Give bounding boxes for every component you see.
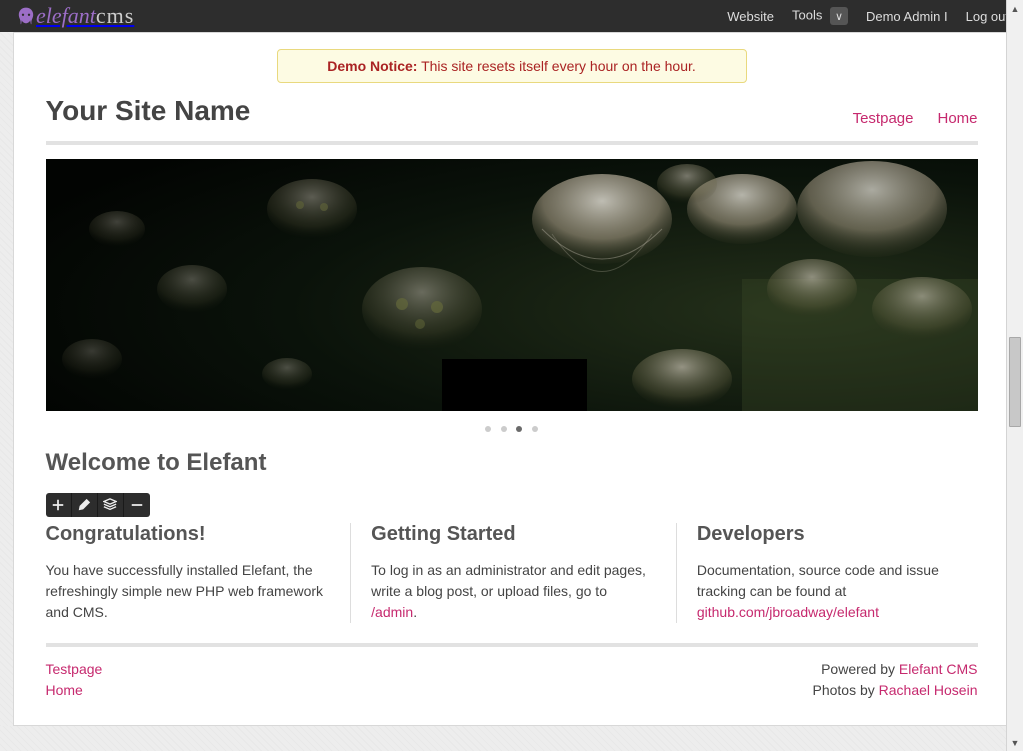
edit-button[interactable] [72, 493, 98, 517]
footer-link-home[interactable]: Home [46, 680, 103, 701]
column-body: You have successfully installed Elefant,… [46, 560, 327, 623]
column-body: To log in as an administrator and edit p… [371, 560, 652, 623]
column-developers: Developers Documentation, source code an… [676, 523, 978, 623]
edit-toolbar [46, 493, 150, 517]
column-title: Congratulations! [46, 523, 327, 546]
github-link[interactable]: github.com/jbroadway/elefant [697, 604, 879, 620]
pencil-icon [77, 498, 91, 512]
hero-image [46, 159, 978, 411]
minus-icon [130, 498, 144, 512]
slider-dot-4[interactable] [532, 426, 538, 432]
admin-nav-website[interactable]: Website [727, 9, 774, 24]
admin-nav-tools-label: Tools [792, 8, 822, 23]
demo-notice: Demo Notice: This site resets itself eve… [277, 49, 747, 83]
top-nav: Testpage Home [853, 110, 978, 127]
footer-nav: Testpage Home [46, 659, 103, 701]
column-title: Developers [697, 523, 978, 546]
admin-nav-user[interactable]: Demo Admin I [866, 9, 948, 24]
scrollbar-thumb[interactable] [1009, 337, 1021, 427]
chevron-down-icon: ∨ [830, 7, 848, 25]
footer-link-testpage[interactable]: Testpage [46, 659, 103, 680]
admin-link[interactable]: /admin [371, 604, 413, 620]
column-getting-started: Getting Started To log in as an administ… [350, 523, 652, 623]
photos-by-label: Photos by [813, 682, 879, 698]
column-body: Documentation, source code and issue tra… [697, 560, 978, 623]
slider-dot-1[interactable] [485, 426, 491, 432]
slider-dot-2[interactable] [501, 426, 507, 432]
scroll-down-icon[interactable]: ▼ [1007, 734, 1023, 751]
content-columns: Congratulations! You have successfully i… [46, 523, 978, 623]
plus-icon [51, 498, 65, 512]
column-body-text: To log in as an administrator and edit p… [371, 562, 646, 599]
slider-dots [46, 419, 978, 435]
scrollbar[interactable]: ▲ ▼ [1006, 0, 1023, 751]
admin-nav: Website Tools ∨ Demo Admin I Log out [727, 7, 1009, 25]
photos-by-link[interactable]: Rachael Hosein [879, 682, 978, 698]
logo-text-elefant: elefant [36, 3, 96, 28]
top-nav-testpage[interactable]: Testpage [853, 110, 914, 127]
add-button[interactable] [46, 493, 72, 517]
elephant-icon [14, 4, 38, 28]
layers-icon [103, 498, 117, 512]
admin-nav-logout[interactable]: Log out [966, 9, 1009, 24]
powered-by-label: Powered by [821, 661, 899, 677]
column-congratulations: Congratulations! You have successfully i… [46, 523, 327, 623]
divider [46, 643, 978, 647]
powered-by-link[interactable]: Elefant CMS [899, 661, 978, 677]
hero-slider[interactable] [46, 159, 978, 411]
footer-credits: Powered by Elefant CMS Photos by Rachael… [813, 659, 978, 701]
column-body-text: Documentation, source code and issue tra… [697, 562, 939, 599]
admin-logo[interactable]: elefantcms [14, 3, 134, 29]
welcome-heading: Welcome to Elefant [46, 449, 978, 477]
admin-nav-tools[interactable]: Tools ∨ [792, 7, 848, 25]
slider-dot-3[interactable] [516, 426, 522, 432]
scrollbar-track[interactable] [1007, 17, 1023, 734]
column-title: Getting Started [371, 523, 652, 546]
divider [46, 141, 978, 145]
page-content: Demo Notice: This site resets itself eve… [13, 32, 1011, 726]
footer: Testpage Home Powered by Elefant CMS Pho… [46, 659, 978, 701]
page-header: Your Site Name Testpage Home [46, 95, 978, 127]
logo-text-cms: cms [96, 3, 134, 28]
site-title: Your Site Name [46, 95, 251, 127]
demo-notice-text: This site resets itself every hour on th… [417, 58, 695, 74]
demo-notice-strong: Demo Notice: [327, 58, 417, 74]
delete-button[interactable] [124, 493, 150, 517]
top-nav-home[interactable]: Home [937, 110, 977, 127]
versions-button[interactable] [98, 493, 124, 517]
column-body-after: . [413, 604, 417, 620]
admin-bar: elefantcms Website Tools ∨ Demo Admin I … [0, 0, 1023, 32]
scroll-up-icon[interactable]: ▲ [1007, 0, 1023, 17]
